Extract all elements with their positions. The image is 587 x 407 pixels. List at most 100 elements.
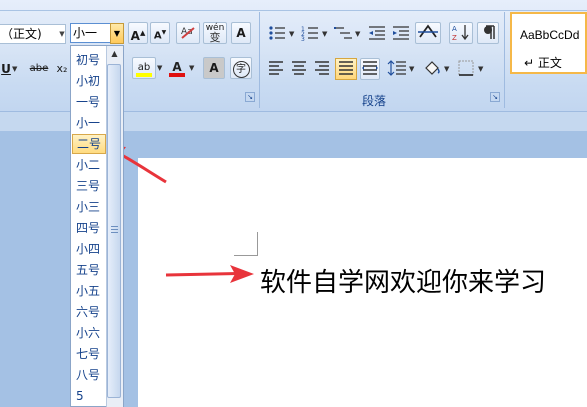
align-left-button[interactable]: [266, 59, 286, 81]
scrollbar-grip-icon: [111, 226, 118, 233]
highlight-dropdown-icon[interactable]: ▼: [157, 58, 162, 78]
svg-text:Aa: Aa: [181, 27, 193, 37]
font-size-option[interactable]: 一号: [72, 92, 106, 112]
font-name-dropdown-icon[interactable]: ▼: [56, 24, 68, 44]
group-separator: [259, 12, 260, 108]
red-arrow-icon: [165, 265, 254, 283]
font-size-option[interactable]: 小五: [72, 281, 106, 301]
margin-corner-mark: [234, 232, 258, 256]
highlight-button[interactable]: ab: [132, 57, 156, 79]
font-color-button[interactable]: A: [166, 57, 188, 79]
borders-dropdown-icon[interactable]: ▼: [478, 59, 483, 79]
character-shading-button[interactable]: A: [203, 57, 225, 79]
paragraph-dialog-launcher-icon[interactable]: ↘: [490, 92, 500, 102]
numbering-dropdown-icon[interactable]: ▼: [322, 24, 327, 44]
underline-dropdown-icon[interactable]: ▼: [12, 59, 17, 79]
font-color-icon: A: [172, 60, 182, 74]
distributed-button[interactable]: [360, 58, 380, 80]
strikethrough-icon: abe: [29, 63, 49, 74]
justify-button[interactable]: [335, 58, 357, 80]
chinese-layout-icon: [418, 24, 438, 38]
font-size-option[interactable]: 二号: [72, 134, 106, 154]
group-separator: [504, 12, 505, 108]
font-color-swatch: [169, 73, 185, 77]
multilevel-list-icon: [334, 27, 352, 39]
align-right-button[interactable]: [312, 59, 332, 81]
font-size-option[interactable]: 六号: [72, 302, 106, 322]
borders-icon: [458, 60, 474, 76]
phonetic-guide-button[interactable]: wén 变: [203, 22, 227, 44]
font-size-option[interactable]: 5: [72, 386, 106, 406]
character-border-button[interactable]: A: [231, 22, 251, 44]
line-spacing-icon: [387, 60, 406, 76]
multilevel-list-button[interactable]: [333, 24, 355, 46]
sort-button[interactable]: AZ: [449, 22, 473, 44]
svg-text:A: A: [452, 25, 457, 33]
shrink-font-button[interactable]: A▼: [150, 22, 170, 44]
align-center-icon: [292, 61, 306, 75]
font-size-option[interactable]: 七号: [72, 344, 106, 364]
align-center-button[interactable]: [289, 59, 309, 81]
enclose-characters-button[interactable]: 字: [230, 57, 252, 79]
font-size-combobox[interactable]: 小一: [70, 23, 112, 43]
font-size-option[interactable]: 五号: [72, 260, 106, 280]
font-size-option[interactable]: 小初: [72, 71, 106, 91]
bullets-button[interactable]: [266, 24, 288, 46]
font-size-option[interactable]: 八号: [72, 365, 106, 385]
enclose-characters-icon: 字: [232, 61, 250, 78]
bullets-dropdown-icon[interactable]: ▼: [289, 24, 294, 44]
justify-icon: [339, 61, 353, 75]
svg-text:Z: Z: [452, 34, 457, 41]
ribbon-top-border: [0, 10, 587, 11]
highlight-color-swatch: [136, 73, 152, 77]
distributed-icon: [362, 61, 378, 75]
phonetic-char: 变: [209, 31, 221, 44]
show-hide-marks-button[interactable]: [477, 22, 499, 44]
decrease-indent-icon: [369, 26, 385, 40]
font-size-option[interactable]: 四号: [72, 218, 106, 238]
grow-font-icon: A: [130, 29, 140, 43]
increase-indent-button[interactable]: [390, 24, 412, 46]
font-dialog-launcher-icon[interactable]: ↘: [245, 92, 255, 102]
line-spacing-dropdown-icon[interactable]: ▼: [409, 59, 414, 79]
bullets-icon: [269, 26, 285, 40]
shading-button[interactable]: [421, 59, 443, 81]
font-size-option[interactable]: 三号: [72, 176, 106, 196]
paragraph-group-label: 段落: [362, 94, 387, 108]
chinese-layout-button[interactable]: [415, 22, 441, 44]
decrease-indent-button[interactable]: [366, 24, 388, 46]
multilevel-list-dropdown-icon[interactable]: ▼: [355, 24, 360, 44]
line-spacing-button[interactable]: [386, 59, 408, 81]
font-size-option[interactable]: 小三: [72, 197, 106, 217]
sort-icon: AZ: [452, 25, 469, 42]
shrink-font-icon: A: [153, 30, 162, 42]
increase-indent-icon: [393, 26, 409, 40]
character-shading-icon: A: [209, 61, 219, 75]
character-border-icon: A: [236, 26, 246, 40]
shading-dropdown-icon[interactable]: ▼: [444, 59, 449, 79]
font-size-dropdown-icon[interactable]: ▼: [110, 23, 124, 44]
borders-button[interactable]: [455, 59, 477, 81]
paint-bucket-icon: [425, 61, 440, 75]
underline-button[interactable]: U: [0, 59, 12, 81]
numbering-icon: 123: [301, 26, 318, 43]
font-size-option[interactable]: 小四: [72, 239, 106, 259]
font-size-option[interactable]: 小一: [72, 113, 106, 133]
font-size-option[interactable]: 小六: [72, 323, 106, 343]
grow-font-button[interactable]: A▲: [128, 22, 148, 44]
subscript-icon: x₂: [56, 62, 68, 75]
subscript-button[interactable]: x₂: [53, 59, 71, 81]
style-normal[interactable]: AaBbCcDd ↵ 正文: [510, 12, 587, 74]
paragraph-mark-icon: [484, 25, 495, 39]
style-sample-text: AaBbCcDd: [520, 28, 580, 42]
highlight-icon: ab: [137, 62, 151, 73]
clear-formatting-button[interactable]: Aa: [176, 22, 200, 44]
font-size-option[interactable]: 小二: [72, 155, 106, 175]
font-color-dropdown-icon[interactable]: ▼: [189, 58, 194, 78]
strikethrough-button[interactable]: abe: [27, 59, 51, 81]
scroll-up-icon[interactable]: ▲: [106, 46, 123, 62]
font-size-option[interactable]: 初号: [72, 50, 106, 70]
align-right-icon: [315, 61, 329, 75]
numbering-button[interactable]: 123: [299, 24, 321, 46]
document-body-text[interactable]: 软件自学网欢迎你来学习: [260, 262, 546, 299]
